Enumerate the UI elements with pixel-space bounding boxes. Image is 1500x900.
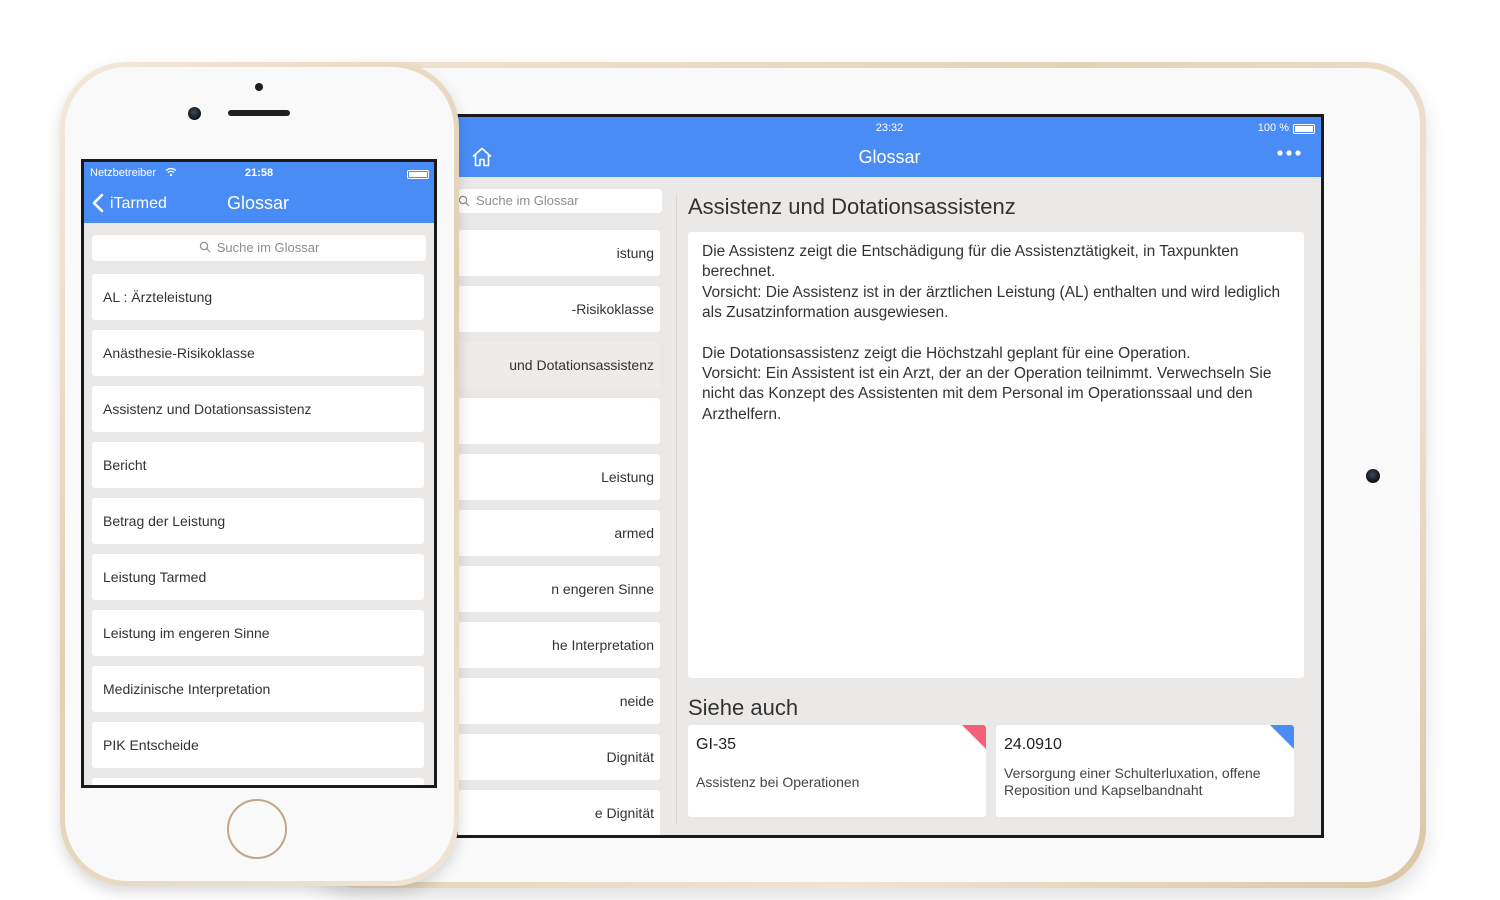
list-item[interactable]: Bericht — [92, 442, 424, 488]
list-item-label: neide — [619, 693, 654, 709]
list-item[interactable]: AL : Ärzteleistung — [92, 274, 424, 320]
list-item-label: Leistung — [601, 469, 654, 485]
corner-marker-icon — [962, 725, 986, 749]
ipad-app: 23:32 100 % Glossar Suche im Glossar ist… — [458, 117, 1321, 835]
iphone-navigation-bar: Netzbetreiber 21:58 iTarmed Glossar — [84, 162, 434, 223]
see-also-code: GI-35 — [696, 736, 737, 753]
list-item-label: e Dignität — [594, 805, 654, 821]
ipad-camera — [1366, 469, 1380, 483]
see-also-card[interactable]: GI-35 Assistenz bei Operationen — [688, 725, 986, 817]
list-item[interactable]: -Risikoklasse — [458, 286, 660, 332]
list-item[interactable]: n engeren Sinne — [458, 566, 660, 612]
iphone-search-input[interactable]: Suche im Glossar — [92, 235, 426, 261]
back-chevron-icon[interactable] — [92, 193, 104, 213]
detail-paragraph: Die Dotationsassistenz zeigt die Höchstz… — [702, 344, 1191, 362]
list-item-label: he Interpretation — [552, 637, 654, 653]
list-item[interactable]: Leistung Tarmed — [92, 554, 424, 600]
list-item-label: n engeren Sinne — [551, 581, 654, 597]
list-item[interactable]: Leistung im engeren Sinne — [92, 610, 424, 656]
ipad-search-input[interactable]: Suche im Glossar — [458, 189, 662, 213]
see-also-description: Assistenz bei Operationen — [696, 774, 860, 790]
see-also-title: Siehe auch — [688, 695, 799, 720]
list-item[interactable] — [92, 778, 424, 785]
list-item[interactable]: Medizinische Interpretation — [92, 666, 424, 712]
list-item[interactable]: PIK Entscheide — [92, 722, 424, 768]
iphone-camera — [188, 107, 201, 120]
ipad-status-time: 23:32 — [875, 122, 904, 134]
detail-paragraph: Vorsicht: Ein Assistent ist ein Arzt, de… — [702, 365, 1272, 423]
search-icon — [458, 195, 470, 207]
list-item[interactable]: armed — [458, 510, 660, 556]
ipad-nav-title: Glossar — [858, 147, 921, 167]
ipad-battery-percent: 100 % — [1257, 122, 1289, 134]
detail-text: Die Assistenz zeigt die Entschädigung fü… — [702, 242, 1292, 425]
iphone-home-button[interactable] — [227, 799, 287, 859]
detail-card: Die Assistenz zeigt die Entschädigung fü… — [688, 232, 1304, 678]
battery-icon — [1293, 124, 1315, 134]
list-item[interactable]: Betrag der Leistung — [92, 498, 424, 544]
ipad-glossary-list: Suche im Glossar istung -Risikoklasse un… — [458, 177, 673, 835]
iphone-app: Netzbetreiber 21:58 iTarmed Glossar Such… — [84, 162, 434, 785]
list-item[interactable]: Assistenz und Dotationsassistenz — [92, 386, 424, 432]
iphone-nav-title: Glossar — [227, 193, 290, 213]
corner-marker-icon — [1270, 725, 1294, 749]
list-item-label: -Risikoklasse — [571, 301, 654, 317]
ipad-search-placeholder: Suche im Glossar — [476, 193, 579, 208]
see-also-description: Versorgung einer Schulterluxation, offen… — [1004, 765, 1261, 798]
list-item-label: armed — [614, 525, 654, 541]
more-icon[interactable] — [1275, 146, 1305, 160]
list-item[interactable] — [458, 398, 660, 444]
list-item-label: Dignität — [606, 749, 654, 765]
list-item-selected[interactable]: und Dotationsassistenz — [458, 342, 660, 388]
list-item[interactable]: neide — [458, 678, 660, 724]
detail-paragraph: Vorsicht: Die Assistenz ist in der ärztl… — [702, 283, 1281, 322]
list-item-label: und Dotationsassistenz — [509, 357, 654, 373]
see-also-code: 24.0910 — [1004, 736, 1062, 753]
see-also-card[interactable]: 24.0910 Versorgung einer Schulterluxatio… — [996, 725, 1294, 817]
pane-divider — [676, 195, 677, 825]
search-icon — [199, 241, 211, 253]
iphone-search-placeholder: Suche im Glossar — [216, 240, 320, 255]
ipad-navigation-bar: 23:32 100 % Glossar — [458, 117, 1321, 177]
battery-icon — [407, 170, 429, 179]
list-item-label: istung — [616, 245, 654, 261]
list-item[interactable]: Dignität — [458, 734, 660, 780]
list-item[interactable]: Anästhesie-Risikoklasse — [92, 330, 424, 376]
list-item[interactable]: e Dignität — [458, 790, 660, 835]
list-item[interactable]: istung — [458, 230, 660, 276]
list-item[interactable]: Leistung — [458, 454, 660, 500]
back-button[interactable]: iTarmed — [110, 195, 167, 213]
iphone-status-time: 21:58 — [244, 167, 274, 179]
iphone-sensor — [255, 83, 263, 91]
iphone-speaker — [228, 110, 290, 116]
ipad-screen: 23:32 100 % Glossar Suche im Glossar ist… — [455, 114, 1324, 838]
iphone-screen: Netzbetreiber 21:58 iTarmed Glossar Such… — [81, 159, 437, 788]
detail-title: Assistenz und Dotationsassistenz — [688, 194, 1016, 219]
list-item[interactable]: he Interpretation — [458, 622, 660, 668]
detail-paragraph: Die Assistenz zeigt die Entschädigung fü… — [702, 243, 1239, 281]
